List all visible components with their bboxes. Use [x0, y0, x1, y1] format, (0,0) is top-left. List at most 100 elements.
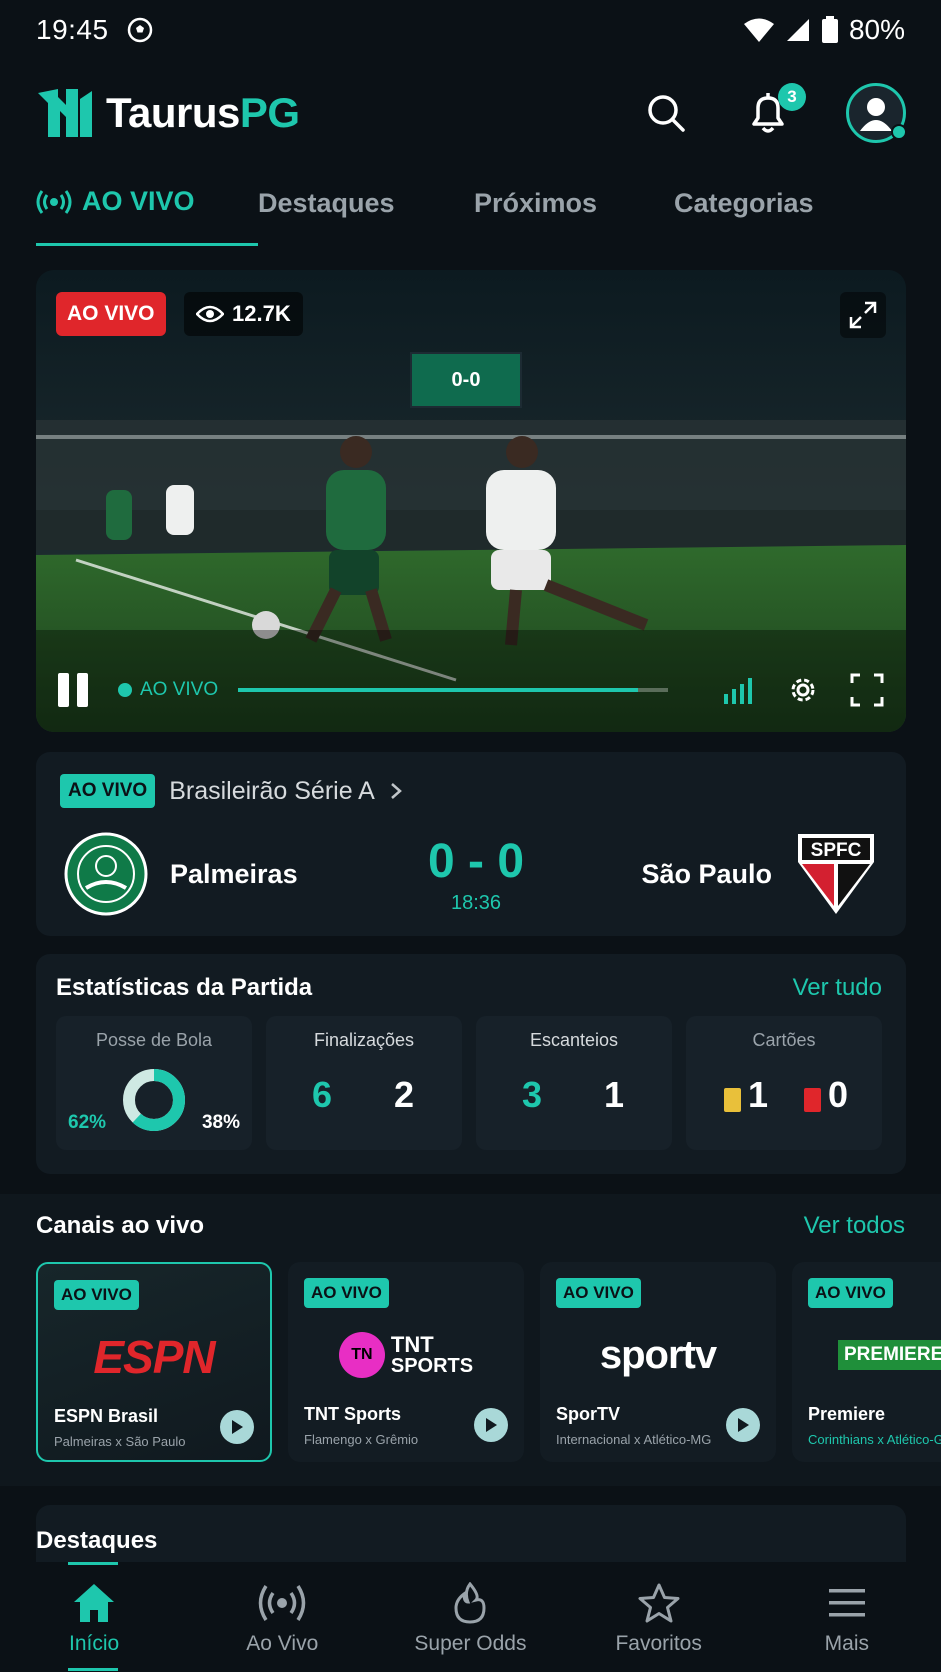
status-time: 19:45 [36, 14, 109, 45]
corners-home: 3 [522, 1074, 543, 1115]
highlights-section: Destaques [36, 1505, 906, 1565]
search-button[interactable] [642, 89, 690, 137]
highlights-title: Destaques [36, 1527, 158, 1554]
channel-name: Premiere [808, 1404, 886, 1424]
red-cards-count: 0 [828, 1074, 849, 1115]
channel-name: SporTV [556, 1404, 621, 1424]
channels-see-all-link[interactable]: Ver todos [804, 1212, 905, 1240]
notification-badge: 3 [778, 83, 806, 111]
espn-logo-text: ESPN [93, 1331, 215, 1383]
notifications-button[interactable]: 3 [744, 83, 806, 137]
stadium-scoreboard: 0-0 [410, 352, 522, 408]
channel-live-tag: AO VIVO [808, 1278, 893, 1308]
star-icon [638, 1583, 680, 1623]
espn-logo: ESPN [38, 1324, 270, 1390]
video-player[interactable]: AO VIVO 12.7K 0-0 AO VIVO [36, 270, 906, 732]
channel-live-tag: AO VIVO [556, 1278, 641, 1308]
channel-match: Palmeiras x São Paulo [54, 1434, 186, 1449]
pause-button[interactable] [58, 673, 88, 707]
battery-level: 80% [848, 14, 905, 45]
taurus-logo-icon[interactable] [36, 87, 94, 139]
viewer-count-text: 12.7K [232, 301, 291, 326]
match-clock: 18:36 [450, 892, 502, 914]
nav-inicio[interactable]: Início [0, 1562, 188, 1672]
live-indicator: AO VIVO [118, 679, 218, 701]
nav-super-odds-label: Super Odds [414, 1632, 527, 1655]
live-channels-section: Canais ao vivo Ver todos AO VIVO ESPN ES… [0, 1194, 941, 1486]
nav-active-indicator-bottom [68, 1668, 118, 1671]
expand-button[interactable] [840, 292, 886, 338]
away-team-name: São Paulo [641, 858, 772, 889]
yellow-cards-count: 1 [748, 1074, 769, 1115]
match-live-tag: AO VIVO [60, 774, 156, 808]
tab-ao-vivo[interactable]: AO VIVO [36, 178, 258, 246]
channel-name: ESPN Brasil [54, 1406, 159, 1426]
channel-card-premiere[interactable]: AO VIVO PREMIERE Premiere Corinthians x … [792, 1262, 941, 1462]
tab-categorias[interactable]: Categorias [674, 178, 814, 228]
channel-card-sportv[interactable]: AO VIVO sportv SporTV Internacional x At… [540, 1262, 776, 1462]
home-team[interactable]: Palmeiras [64, 832, 298, 916]
channel-match: Internacional x Atlético-MG [556, 1432, 712, 1447]
channel-match: Flamengo x Grêmio [304, 1432, 419, 1447]
sportv-logo: sportv [540, 1322, 776, 1388]
channel-card-tnt[interactable]: AO VIVO TN TNT SPORTS TNT Sports Flameng… [288, 1262, 524, 1462]
fullscreen-icon[interactable] [850, 673, 884, 707]
possession-home: 62% [68, 1112, 107, 1133]
corners-label: Escanteios [529, 1030, 619, 1050]
nav-super-odds[interactable]: Super Odds [376, 1562, 564, 1672]
cards-stat: Cartões 1 0 [686, 1016, 882, 1150]
nav-ao-vivo[interactable]: Ao Vivo [188, 1562, 376, 1672]
possession-label: Posse de Bola [95, 1030, 213, 1050]
expand-icon [849, 301, 877, 329]
quality-bars-icon[interactable] [722, 676, 756, 704]
settings-gear-icon[interactable] [786, 673, 820, 707]
corners-away: 1 [604, 1074, 625, 1115]
nav-mais[interactable]: Mais [753, 1562, 941, 1672]
corners-stat: Escanteios 3 1 [476, 1016, 672, 1150]
channel-card-espn[interactable]: AO VIVO ESPN ESPN Brasil Palmeiras x São… [36, 1262, 272, 1462]
possession-donut [123, 1069, 185, 1131]
app-logo-text: TaurusPG [106, 89, 300, 137]
tab-destaques[interactable]: Destaques [258, 178, 474, 228]
chevron-right-icon [391, 783, 402, 799]
premiere-logo-text: PREMIERE [838, 1340, 941, 1370]
top-tabs: AO VIVO Destaques Próximos Categorias [36, 178, 906, 248]
progress-fill [238, 688, 639, 692]
nav-mais-label: Mais [824, 1632, 870, 1655]
crest-text: SPFC [811, 840, 862, 861]
possession-stat: Posse de Bola 62% 38% [56, 1016, 252, 1150]
yellow-card-icon [724, 1088, 741, 1112]
status-bar: 19:45 80% [0, 0, 941, 60]
channel-name: TNT Sports [304, 1404, 401, 1424]
flame-icon [454, 1582, 486, 1624]
logo-accent-text: PG [239, 89, 300, 136]
play-button[interactable] [220, 1410, 254, 1444]
sportv-logo-text: sportv [599, 1332, 717, 1377]
nav-active-indicator [68, 1562, 118, 1565]
avatar[interactable] [846, 83, 907, 143]
shots-home: 6 [312, 1074, 333, 1115]
match-score: 0 - 0 [427, 835, 525, 888]
progress-bar[interactable] [238, 688, 669, 692]
tnt-sports-logo: TN TNT SPORTS [288, 1322, 524, 1388]
match-card[interactable]: AO VIVO Brasileirão Série A Palmeiras 0 … [36, 752, 906, 936]
play-button[interactable] [474, 1408, 508, 1442]
away-team[interactable]: São Paulo SPFC [641, 832, 878, 916]
battery-icon [821, 16, 838, 43]
competition-row[interactable]: AO VIVO Brasileirão Série A [60, 774, 403, 808]
viewer-count: 12.7K [184, 292, 303, 336]
play-button[interactable] [726, 1408, 760, 1442]
shots-stat: Finalizações 6 2 [266, 1016, 462, 1150]
tab-proximos[interactable]: Próximos [474, 178, 674, 228]
play-icon [232, 1420, 243, 1434]
scoreboard-text: 0-0 [451, 368, 481, 391]
broadcast-icon [36, 189, 72, 214]
nav-ao-vivo-label: Ao Vivo [246, 1632, 319, 1655]
stats-see-all-link[interactable]: Ver tudo [793, 974, 882, 1002]
search-icon [648, 95, 685, 132]
menu-icon [828, 1589, 865, 1617]
play-icon [738, 1418, 749, 1432]
possession-away: 38% [201, 1112, 240, 1133]
live-indicator-text: AO VIVO [140, 679, 219, 700]
nav-favoritos[interactable]: Favoritos [565, 1562, 753, 1672]
